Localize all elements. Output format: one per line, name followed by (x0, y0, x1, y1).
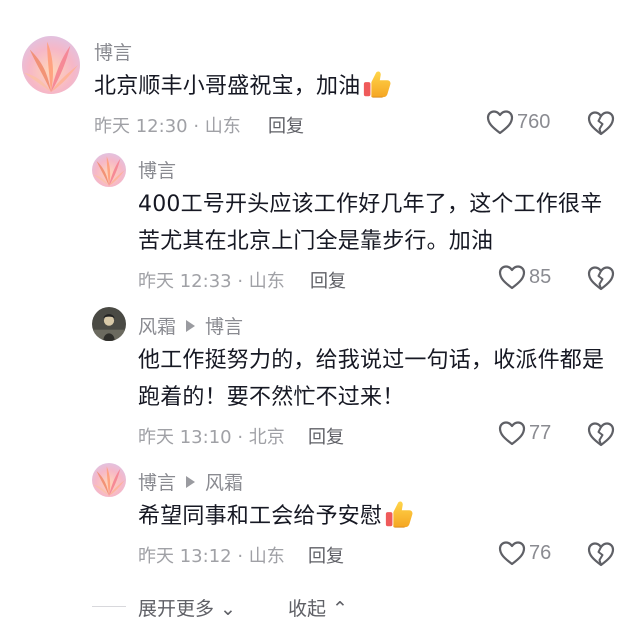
comment-item: 博言 北京顺丰小哥盛祝宝，加油 昨天 12:30 · 山东 回复 760 (0, 0, 640, 150)
like-count: 760 (517, 110, 551, 133)
reply-button[interactable]: 回复 (308, 542, 344, 568)
reply-button[interactable]: 回复 (268, 112, 304, 138)
comment-text: 他工作挺努力的，给我说过一句话，收派件都是跑着的！要不然忙不过来！ (138, 342, 608, 416)
like-count: 85 (529, 265, 552, 288)
avatar[interactable] (92, 153, 126, 187)
like-count: 77 (529, 421, 552, 444)
comment-time: 昨天 12:33 (138, 271, 232, 292)
comment-text-body: 希望同事和工会给予安慰 (138, 504, 383, 529)
heart-icon (498, 540, 526, 566)
reply-arrow-icon (186, 320, 196, 332)
comment-author[interactable]: 博言 风霜 (138, 468, 243, 495)
heart-icon (498, 264, 526, 290)
replies-footer: 展开更多 ⌄ 收起 ⌃ (0, 590, 640, 620)
comment-meta: 昨天 13:12 · 山东 (138, 542, 285, 568)
comment-author[interactable]: 博言 (94, 38, 132, 65)
thumbs-up-icon (384, 499, 414, 529)
comment-text: 北京顺丰小哥盛祝宝，加油 (94, 68, 564, 105)
comment-text-body: 他工作挺努力的，给我说过一句话，收派件都是跑着的！要不然忙不过来！ (138, 348, 605, 410)
author-name: 博言 (94, 42, 133, 64)
like-button[interactable]: 760 (486, 109, 550, 135)
comment-meta: 昨天 12:30 · 山东 (94, 112, 241, 138)
comment-meta: 昨天 12:33 · 山东 (138, 267, 285, 293)
dislike-button[interactable] (587, 421, 615, 447)
comment-text: 希望同事和工会给予安慰 (138, 498, 608, 535)
meta-separator: · (231, 427, 249, 448)
comment-time: 昨天 13:10 (138, 427, 232, 448)
broken-heart-icon (587, 265, 615, 291)
heart-icon (486, 109, 514, 135)
avatar[interactable] (92, 307, 126, 341)
comment-time: 昨天 12:30 (94, 116, 188, 137)
reply-to-name: 博言 (205, 316, 244, 338)
chevron-down-icon: ⌄ (214, 598, 236, 620)
like-button[interactable]: 76 (498, 540, 551, 566)
thumbs-up-icon (362, 69, 392, 99)
comment-location: 北京 (248, 427, 285, 448)
flower-avatar-icon (22, 36, 80, 94)
comment-location: 山东 (204, 116, 241, 137)
comment-time: 昨天 13:12 (138, 546, 232, 567)
reply-to-name: 风霜 (205, 472, 244, 494)
comment-location: 山东 (248, 546, 285, 567)
comment-author[interactable]: 博言 (138, 156, 176, 183)
person-avatar-icon (92, 307, 126, 341)
reply-arrow-icon (186, 476, 196, 488)
reply-button[interactable]: 回复 (308, 423, 344, 449)
meta-separator: · (231, 546, 249, 567)
broken-heart-icon (587, 421, 615, 447)
reply-item: 博言 风霜 希望同事和工会给予安慰 昨天 13:12 · 山东 回复 76 (0, 462, 640, 582)
meta-separator: · (187, 116, 205, 137)
comment-author[interactable]: 风霜 博言 (138, 312, 243, 339)
chevron-up-icon: ⌃ (326, 598, 348, 620)
like-button[interactable]: 85 (498, 264, 551, 290)
reply-item: 风霜 博言 他工作挺努力的，给我说过一句话，收派件都是跑着的！要不然忙不过来！ 昨… (0, 306, 640, 456)
dislike-button[interactable] (587, 541, 615, 567)
expand-more-label: 展开更多 (138, 598, 215, 620)
dislike-button[interactable] (587, 265, 615, 291)
comment-text-body: 400工号开头应该工作好几年了，这个工作很辛苦尤其在北京上门全是靠步行。加油 (138, 192, 603, 254)
avatar[interactable] (92, 463, 126, 497)
reply-item: 博言 400工号开头应该工作好几年了，这个工作很辛苦尤其在北京上门全是靠步行。加… (0, 150, 640, 300)
divider (92, 606, 126, 607)
dislike-button[interactable] (587, 110, 615, 136)
flower-avatar-icon (92, 463, 126, 497)
comment-meta: 昨天 13:10 · 北京 (138, 423, 285, 449)
broken-heart-icon (587, 110, 615, 136)
like-button[interactable]: 77 (498, 420, 551, 446)
collapse-label: 收起 (288, 598, 327, 620)
broken-heart-icon (587, 541, 615, 567)
comment-text: 400工号开头应该工作好几年了，这个工作很辛苦尤其在北京上门全是靠步行。加油 (138, 186, 608, 260)
comment-text-body: 北京顺丰小哥盛祝宝，加油 (94, 74, 361, 99)
author-name: 博言 (138, 160, 177, 182)
author-name: 博言 (138, 472, 177, 494)
like-count: 76 (529, 541, 552, 564)
flower-avatar-icon (92, 153, 126, 187)
heart-icon (498, 420, 526, 446)
avatar[interactable] (22, 36, 80, 94)
meta-separator: · (231, 271, 249, 292)
author-name: 风霜 (138, 316, 177, 338)
reply-button[interactable]: 回复 (310, 267, 346, 293)
comment-location: 山东 (248, 271, 285, 292)
